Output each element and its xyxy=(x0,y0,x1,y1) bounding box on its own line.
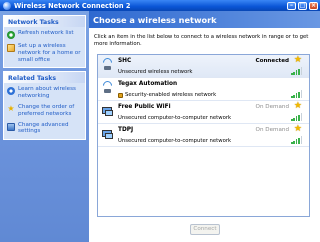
wireless-connection-icon xyxy=(3,1,11,10)
settings-icon xyxy=(7,122,15,131)
lock-icon xyxy=(118,92,123,98)
window-title: Wireless Network Connection 2 xyxy=(14,1,131,10)
network-name: Free Public WiFi xyxy=(118,104,171,110)
star-icon: ★ xyxy=(293,101,302,111)
info-icon xyxy=(7,87,15,96)
change-preferred-order-link[interactable]: ★ Change the order of preferred networks xyxy=(4,101,85,119)
network-item-tegax-automation[interactable]: Tegax Automation Security-enabled wirele… xyxy=(98,78,309,101)
network-item-shc[interactable]: SHC Unsecured wireless network Connected… xyxy=(98,55,309,78)
access-point-icon xyxy=(101,56,114,71)
network-item-free-public-wifi[interactable]: Free Public WiFi Unsecured computer-to-c… xyxy=(98,101,309,124)
star-icon: ★ xyxy=(293,124,302,134)
title-bar: Wireless Network Connection 2 – □ × xyxy=(0,0,320,11)
connect-button[interactable]: Connect xyxy=(190,224,220,235)
network-name: Tegax Automation xyxy=(118,81,178,87)
network-description: Unsecured computer-to-computer network xyxy=(118,138,232,144)
network-tasks-panel: Network Tasks Refresh network list Set u… xyxy=(3,15,86,69)
task-sidebar: Network Tasks Refresh network list Set u… xyxy=(0,11,89,242)
task-label: Learn about wireless networking xyxy=(18,86,76,100)
star-icon: ★ xyxy=(293,55,302,65)
close-button[interactable]: × xyxy=(309,1,318,10)
network-name: SHC xyxy=(118,58,132,64)
learn-about-wireless-link[interactable]: Learn about wireless networking xyxy=(4,83,85,101)
page-title: Choose a wireless network xyxy=(89,11,320,28)
network-item-tdpj[interactable]: TDPJ Unsecured computer-to-computer netw… xyxy=(98,124,309,147)
minimize-button[interactable]: – xyxy=(287,1,296,10)
refresh-icon xyxy=(7,31,15,39)
related-tasks-header: Related Tasks xyxy=(4,72,85,84)
connection-status: On Demand xyxy=(255,127,289,133)
access-point-icon xyxy=(101,79,114,94)
maximize-button[interactable]: □ xyxy=(298,1,307,10)
network-description: Unsecured wireless network xyxy=(118,69,193,75)
connection-status: Connected xyxy=(255,58,290,64)
refresh-network-list-link[interactable]: Refresh network list xyxy=(4,27,85,40)
setup-network-icon xyxy=(7,44,15,52)
task-label: Set up a wireless network for a home or … xyxy=(18,43,81,63)
setup-wireless-network-link[interactable]: Set up a wireless network for a home or … xyxy=(4,40,85,67)
signal-strength-icon xyxy=(291,67,303,75)
change-advanced-settings-link[interactable]: Change advanced settings xyxy=(4,119,85,140)
connection-status: On Demand xyxy=(255,104,289,110)
task-label: Change the order of preferred networks xyxy=(18,103,75,117)
signal-strength-icon xyxy=(291,136,303,144)
signal-strength-icon xyxy=(291,90,303,98)
instructions-text: Click an item in the list below to conne… xyxy=(94,34,309,47)
network-name: TDPJ xyxy=(118,127,134,133)
network-description: Unsecured computer-to-computer network xyxy=(118,115,232,121)
computer-to-computer-icon xyxy=(101,127,114,140)
signal-strength-icon xyxy=(291,113,303,121)
network-list[interactable]: ▲ SHC Unsecured wireless network Connect… xyxy=(97,54,310,217)
network-tasks-header: Network Tasks xyxy=(4,16,85,27)
related-tasks-panel: Related Tasks Learn about wireless netwo… xyxy=(3,71,86,141)
network-description: Security-enabled wireless network xyxy=(118,92,216,98)
computer-to-computer-icon xyxy=(101,104,114,117)
task-label: Refresh network list xyxy=(18,30,74,36)
main-panel: Choose a wireless network Click an item … xyxy=(89,11,320,242)
task-label: Change advanced settings xyxy=(18,121,69,135)
star-icon: ★ xyxy=(7,103,15,113)
